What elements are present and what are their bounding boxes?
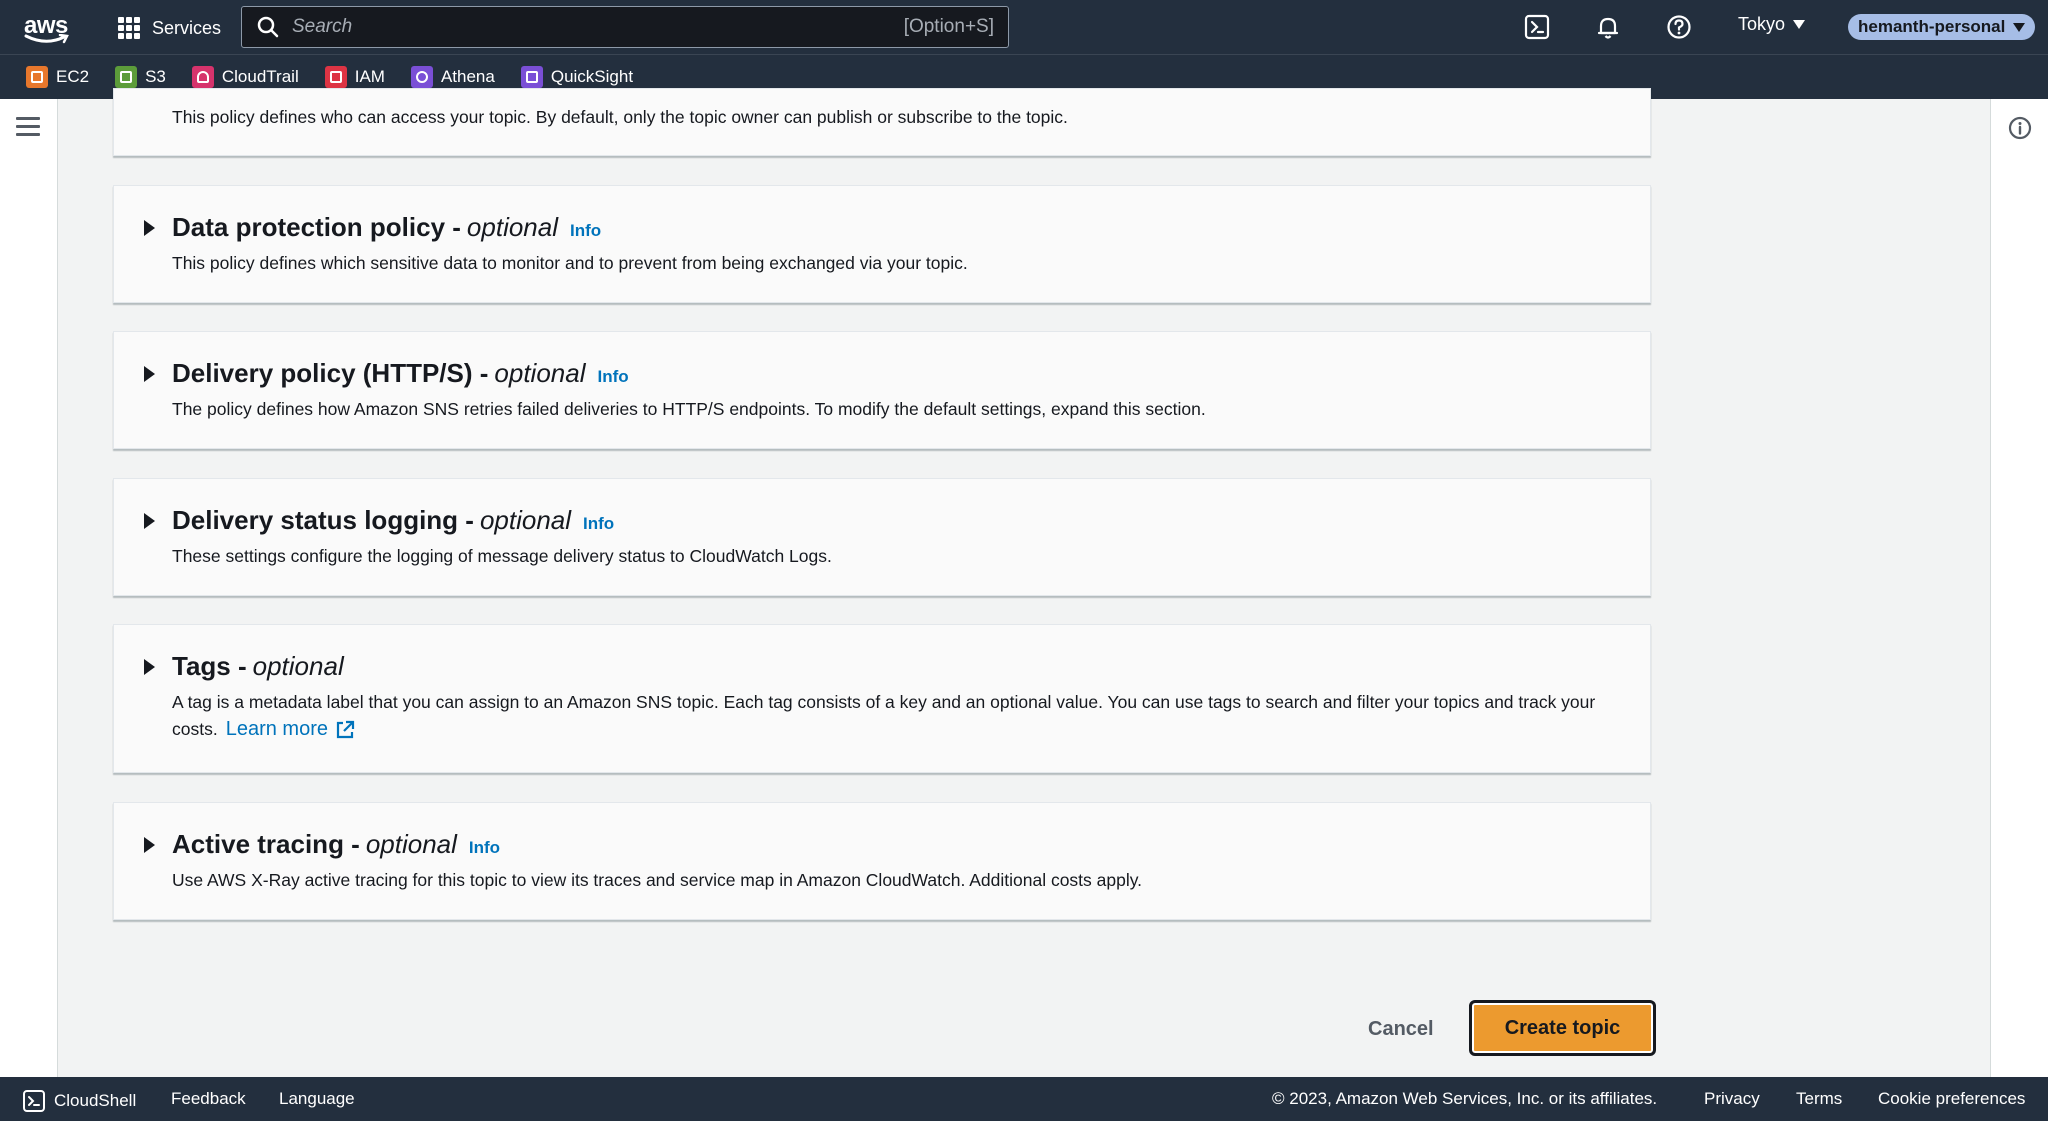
info-link[interactable]: Info <box>469 838 500 858</box>
language-link[interactable]: Language <box>279 1089 355 1109</box>
account-name: hemanth-personal <box>1858 17 2006 36</box>
optional-label: optional <box>494 358 586 388</box>
terms-link[interactable]: Terms <box>1796 1089 1842 1109</box>
search-shortcut: [Option+S] <box>903 16 994 37</box>
help-icon[interactable] <box>1665 13 1693 41</box>
panel-title: Tags - <box>172 651 247 681</box>
favorite-iam[interactable]: IAM <box>324 66 385 88</box>
tags-description-line: A tag is a metadata label that you can a… <box>172 692 1596 712</box>
search-box[interactable]: [Option+S] <box>241 6 1009 48</box>
quicksight-service-icon <box>520 66 543 88</box>
menu-icon[interactable] <box>16 117 40 137</box>
panel-header[interactable]: Delivery policy (HTTP/S) - optional Info <box>172 358 629 389</box>
optional-label: optional <box>479 505 572 535</box>
access-policy-description: This policy defines who can access your … <box>172 107 1068 127</box>
expand-caret-icon[interactable] <box>144 659 155 675</box>
cloudtrail-service-icon <box>191 66 214 88</box>
favorite-quicksight[interactable]: QuickSight <box>520 66 634 88</box>
cookie-preferences-link[interactable]: Cookie preferences <box>1878 1089 2025 1109</box>
left-navigation-rail <box>0 99 58 1077</box>
favorite-ec2[interactable]: EC2 <box>26 66 89 88</box>
feedback-link[interactable]: Feedback <box>171 1089 246 1109</box>
favorite-label: IAM <box>354 67 385 86</box>
services-menu-button[interactable]: Services <box>118 14 221 42</box>
panel-title: Data protection policy - <box>172 212 461 242</box>
optional-label: optional <box>252 651 344 681</box>
optional-label: optional <box>466 212 558 242</box>
learn-more-link[interactable]: Learn more <box>226 716 356 743</box>
favorite-athena[interactable]: Athena <box>410 66 495 88</box>
info-icon[interactable] <box>2008 116 2032 140</box>
search-icon <box>257 16 279 38</box>
expand-caret-icon[interactable] <box>144 366 155 382</box>
favorite-label: QuickSight <box>550 67 634 86</box>
top-navigation: aws Services [Option+S] Tokyo <box>0 0 2048 54</box>
panel-header[interactable]: Active tracing - optional Info <box>172 829 500 860</box>
footer: CloudShell Feedback Language © 2023, Ama… <box>0 1077 2048 1121</box>
delivery-policy-panel: Delivery policy (HTTP/S) - optional Info… <box>113 331 1651 449</box>
favorite-label: Athena <box>440 67 495 86</box>
expand-caret-icon[interactable] <box>144 220 155 236</box>
iam-service-icon <box>324 66 347 88</box>
expand-caret-icon[interactable] <box>144 837 155 853</box>
favorite-label: EC2 <box>56 67 90 86</box>
panel-description: A tag is a metadata label that you can a… <box>172 689 1612 743</box>
caret-down-icon <box>2013 22 2026 32</box>
panel-header[interactable]: Tags - optional <box>172 651 344 682</box>
s3-service-icon <box>115 66 138 88</box>
region-selector[interactable]: Tokyo <box>1738 14 1806 35</box>
panel-header[interactable]: Data protection policy - optional Info <box>172 212 601 243</box>
info-link[interactable]: Info <box>583 514 614 534</box>
ec2-service-icon <box>26 66 48 88</box>
create-topic-button[interactable]: Create topic <box>1469 1000 1656 1056</box>
learn-more-label: Learn more <box>225 718 328 740</box>
region-label: Tokyo <box>1738 14 1786 34</box>
access-policy-panel: This policy defines who can access your … <box>113 88 1651 156</box>
panel-title: Delivery policy (HTTP/S) - <box>172 358 489 388</box>
favorite-cloudtrail[interactable]: CloudTrail <box>191 66 299 88</box>
panel-description: This policy defines which sensitive data… <box>172 253 968 273</box>
cloudshell-label: CloudShell <box>54 1091 137 1110</box>
panel-title: Delivery status logging - <box>172 505 474 535</box>
privacy-link[interactable]: Privacy <box>1704 1089 1760 1109</box>
optional-label: optional <box>365 829 457 859</box>
panel-description: The policy defines how Amazon SNS retrie… <box>172 399 1206 419</box>
panel-description: Use AWS X-Ray active tracing for this to… <box>172 870 1143 890</box>
favorite-label: S3 <box>145 67 166 86</box>
delivery-status-logging-panel: Delivery status logging - optional Info … <box>113 478 1651 596</box>
data-protection-panel: Data protection policy - optional Info T… <box>113 185 1651 303</box>
aws-smile-icon <box>24 34 69 44</box>
account-menu[interactable]: hemanth-personal <box>1848 14 2036 40</box>
athena-service-icon <box>410 66 433 88</box>
favorite-s3[interactable]: S3 <box>115 66 166 88</box>
external-link-icon <box>336 720 355 738</box>
right-tools-rail <box>1990 99 2048 1077</box>
tags-description-line: costs. <box>172 719 218 739</box>
cancel-button[interactable]: Cancel <box>1348 1009 1454 1049</box>
info-link[interactable]: Info <box>597 367 628 387</box>
cloudshell-icon <box>23 1090 45 1112</box>
panel-title: Active tracing - <box>172 829 360 859</box>
favorite-label: CloudTrail <box>221 67 299 86</box>
aws-logo[interactable]: aws <box>24 10 74 44</box>
bell-icon[interactable] <box>1594 13 1622 41</box>
expand-caret-icon[interactable] <box>144 513 155 529</box>
active-tracing-panel: Active tracing - optional Info Use AWS X… <box>113 802 1651 920</box>
search-input[interactable] <box>292 16 852 38</box>
cloudshell-icon[interactable] <box>1523 13 1551 41</box>
panel-description: These settings configure the logging of … <box>172 546 832 566</box>
services-label: Services <box>152 17 222 38</box>
caret-down-icon <box>1793 20 1806 29</box>
panel-header[interactable]: Delivery status logging - optional Info <box>172 505 614 536</box>
tags-panel: Tags - optional A tag is a metadata labe… <box>113 624 1651 773</box>
info-link[interactable]: Info <box>570 221 601 241</box>
grid-icon <box>118 17 140 39</box>
cloudshell-footer-button[interactable]: CloudShell <box>22 1089 136 1113</box>
copyright-text: © 2023, Amazon Web Services, Inc. or its… <box>1272 1089 1658 1108</box>
